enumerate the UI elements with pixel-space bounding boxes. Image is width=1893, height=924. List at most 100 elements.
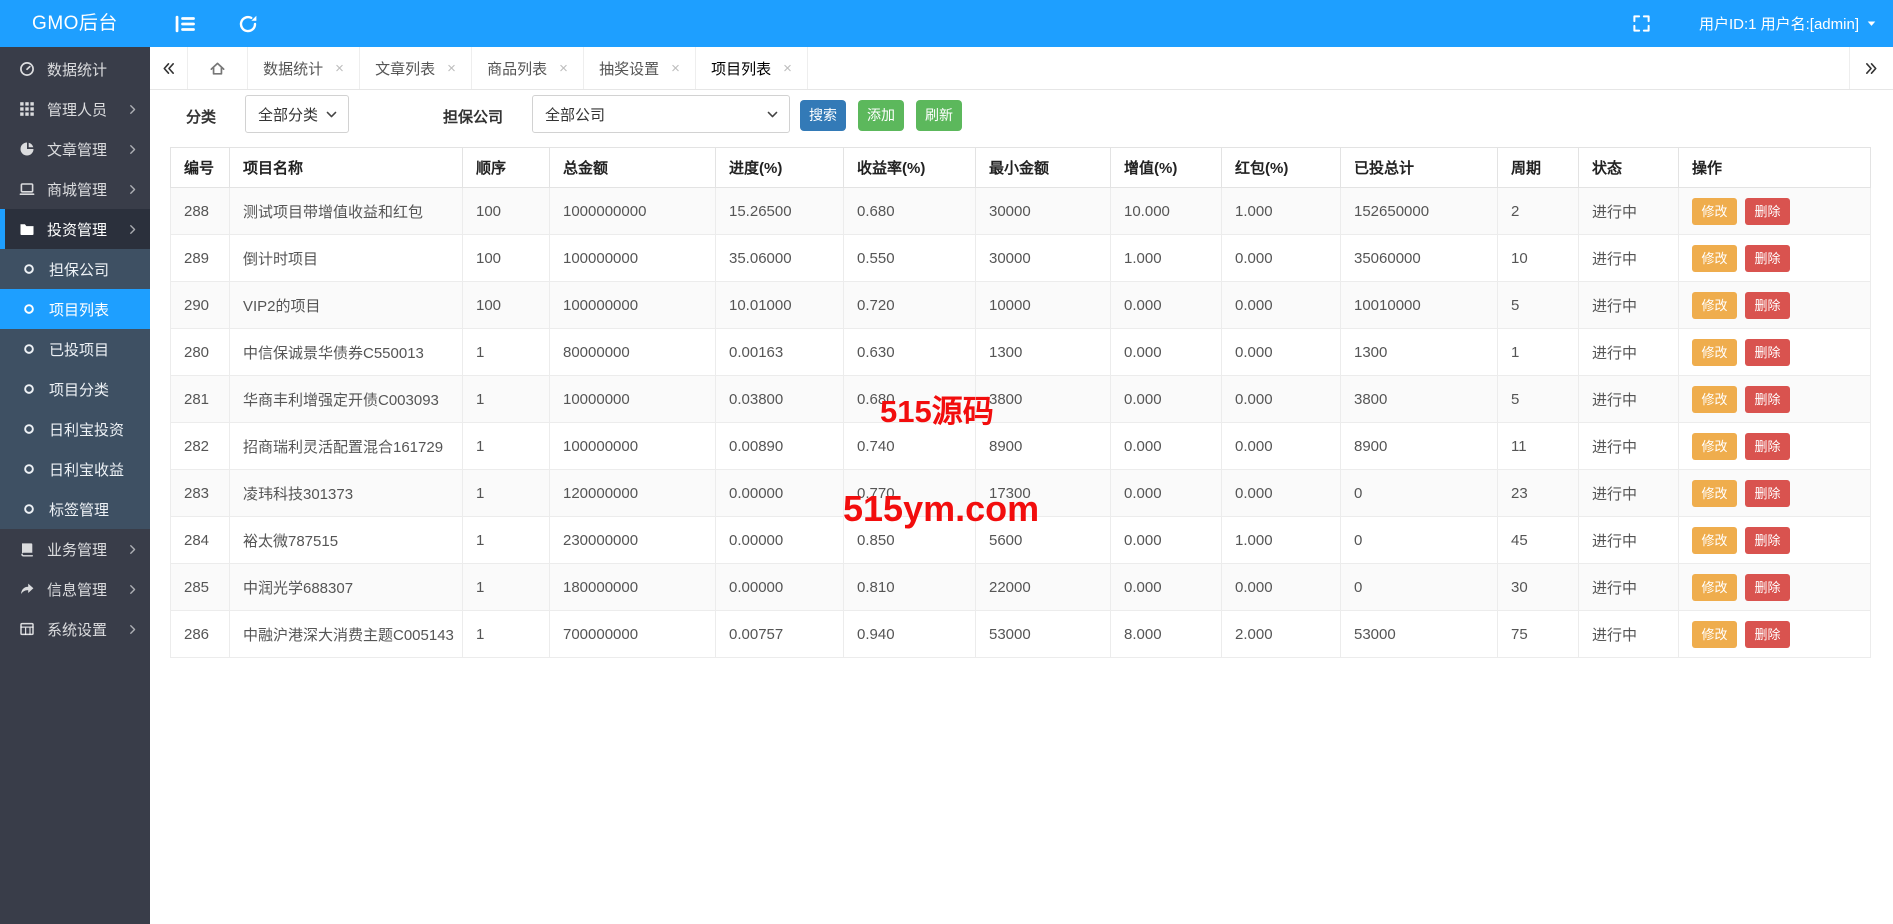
delete-button[interactable]: 删除 (1745, 432, 1790, 460)
table-cell: 80000000 (549, 328, 716, 376)
edit-button[interactable]: 修改 (1692, 620, 1737, 648)
edit-button[interactable]: 修改 (1692, 244, 1737, 272)
column-header: 总金额 (549, 147, 716, 188)
edit-button[interactable]: 修改 (1692, 526, 1737, 554)
table-cell: 22000 (975, 563, 1111, 611)
edit-button[interactable]: 修改 (1692, 197, 1737, 225)
delete-button[interactable]: 删除 (1745, 620, 1790, 648)
column-header: 红包(%) (1221, 147, 1341, 188)
close-icon[interactable]: × (447, 61, 456, 76)
row-actions: 修改 删除 (1678, 469, 1871, 517)
add-button[interactable]: 添加 (858, 100, 904, 131)
tab-3[interactable]: 抽奖设置 × (584, 47, 696, 89)
sidebar-item-14[interactable]: 系统设置 (0, 609, 150, 649)
sidebar-item-4[interactable]: 投资管理 (0, 209, 150, 249)
edit-button[interactable]: 修改 (1692, 479, 1737, 507)
company-select[interactable]: 全部公司 (532, 95, 790, 133)
column-header: 编号 (170, 147, 230, 188)
delete-button[interactable]: 删除 (1745, 526, 1790, 554)
edit-button[interactable]: 修改 (1692, 385, 1737, 413)
sidebar: 数据统计 管理人员 文章管理 商城管理 投资管理 担保公司 项目列表 已投项目 … (0, 47, 150, 924)
close-icon[interactable]: × (783, 61, 792, 76)
table-cell: 招商瑞利灵活配置混合161729 (229, 422, 463, 470)
delete-button[interactable]: 删除 (1745, 479, 1790, 507)
sidebar-item-3[interactable]: 商城管理 (0, 169, 150, 209)
delete-button[interactable]: 删除 (1745, 385, 1790, 413)
sidebar-item-1[interactable]: 管理人员 (0, 89, 150, 129)
table-cell: 进行中 (1578, 563, 1679, 611)
topbar-right: 用户ID:1 用户名:[admin] (1632, 0, 1877, 47)
table-cell: 进行中 (1578, 234, 1679, 282)
refresh-button[interactable]: 刷新 (916, 100, 962, 131)
table-row: 289 倒计时项目 100 100000000 35.06000 0.550 30000 1.… (170, 234, 1871, 282)
sidebar-item-9[interactable]: 日利宝投资 (0, 409, 150, 449)
edit-button[interactable]: 修改 (1692, 573, 1737, 601)
row-actions: 修改 删除 (1678, 422, 1871, 470)
category-select[interactable]: 全部分类 (245, 95, 349, 133)
close-icon[interactable]: × (559, 61, 568, 76)
user-menu[interactable]: 用户ID:1 用户名:[admin] (1699, 13, 1877, 34)
column-header: 已投总计 (1340, 147, 1498, 188)
table-cell: 5 (1497, 375, 1579, 423)
sidebar-item-8[interactable]: 项目分类 (0, 369, 150, 409)
menu-toggle-icon[interactable] (174, 13, 196, 35)
row-actions: 修改 删除 (1678, 187, 1871, 235)
sidebar-item-11[interactable]: 标签管理 (0, 489, 150, 529)
sidebar-item-10[interactable]: 日利宝收益 (0, 449, 150, 489)
pie-chart-icon (19, 141, 35, 157)
table-cell: 1.000 (1221, 516, 1341, 564)
tab-4[interactable]: 项目列表 × (696, 47, 808, 89)
edit-button[interactable]: 修改 (1692, 432, 1737, 460)
sidebar-item-5[interactable]: 担保公司 (0, 249, 150, 289)
table-cell: 180000000 (549, 563, 716, 611)
tab-0[interactable]: 数据统计 × (248, 47, 360, 89)
edit-button[interactable]: 修改 (1692, 338, 1737, 366)
table-cell: 8.000 (1110, 610, 1222, 658)
table-cell: 0.000 (1221, 375, 1341, 423)
projects-table: 编号 项目名称 顺序 总金额 进度(%) 收益率(%) 最小金额 增值(%) 红包(%) 已投总计… (170, 147, 1871, 658)
sidebar-item-7[interactable]: 已投项目 (0, 329, 150, 369)
table-cell: 中润光学688307 (229, 563, 463, 611)
table-cell: 283 (170, 469, 230, 517)
company-select-value: 全部公司 (545, 106, 606, 124)
sidebar-item-6[interactable]: 项目列表 (0, 289, 150, 329)
table-cell: 100 (462, 281, 550, 329)
table-cell: 0.000 (1221, 469, 1341, 517)
delete-button[interactable]: 删除 (1745, 573, 1790, 601)
table-cell: 0.00757 (715, 610, 844, 658)
company-filter-label: 担保公司 (443, 109, 504, 126)
delete-button[interactable]: 删除 (1745, 291, 1790, 319)
tab-home[interactable] (188, 47, 248, 89)
table-cell: VIP2的项目 (229, 281, 463, 329)
tabs-scroll-left-button[interactable] (150, 47, 188, 89)
table-cell: 0.000 (1221, 563, 1341, 611)
search-button[interactable]: 搜索 (800, 100, 846, 131)
chevron-down-icon (325, 108, 338, 121)
fullscreen-icon[interactable] (1632, 14, 1651, 33)
tabs-scroll-right-button[interactable] (1849, 47, 1893, 89)
table-cell: 152650000 (1340, 187, 1498, 235)
sidebar-item-13[interactable]: 信息管理 (0, 569, 150, 609)
refresh-icon[interactable] (238, 14, 258, 34)
table-row: 281 华商丰利增强定开债C003093 1 10000000 0.03800 0.680… (170, 375, 1871, 423)
edit-button[interactable]: 修改 (1692, 291, 1737, 319)
table-cell: 53000 (1340, 610, 1498, 658)
tab-2[interactable]: 商品列表 × (472, 47, 584, 89)
table-cell: 进行中 (1578, 422, 1679, 470)
tab-1[interactable]: 文章列表 × (360, 47, 472, 89)
sidebar-item-12[interactable]: 业务管理 (0, 529, 150, 569)
table-cell: 286 (170, 610, 230, 658)
caret-down-icon (1866, 18, 1877, 29)
table-cell: 0.000 (1221, 281, 1341, 329)
category-select-value: 全部分类 (258, 106, 319, 124)
close-icon[interactable]: × (671, 61, 680, 76)
delete-button[interactable]: 删除 (1745, 338, 1790, 366)
delete-button[interactable]: 删除 (1745, 244, 1790, 272)
sidebar-item-2[interactable]: 文章管理 (0, 129, 150, 169)
sidebar-item-0[interactable]: 数据统计 (0, 49, 150, 89)
category-filter-label: 分类 (186, 109, 217, 126)
delete-button[interactable]: 删除 (1745, 197, 1790, 225)
table-cell: 0 (1340, 469, 1498, 517)
table-cell: 进行中 (1578, 469, 1679, 517)
close-icon[interactable]: × (335, 61, 344, 76)
